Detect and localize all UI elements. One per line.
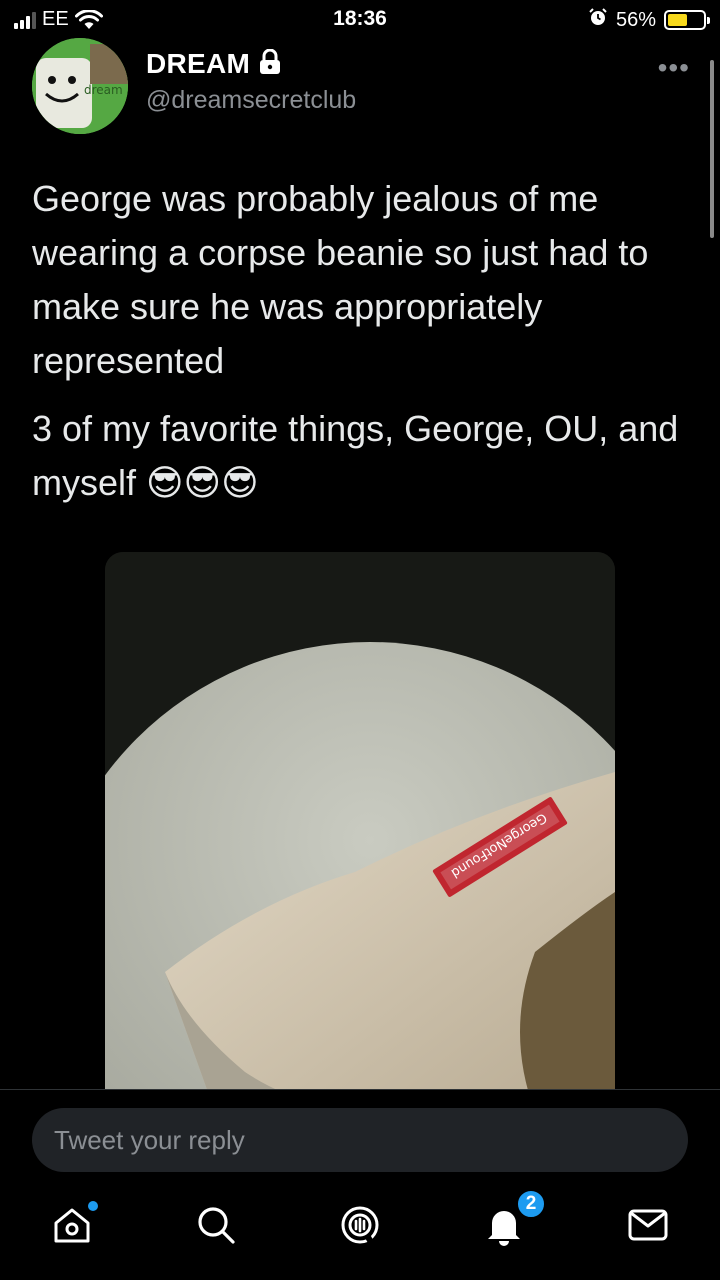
battery-icon — [664, 10, 710, 30]
lock-icon — [258, 48, 282, 80]
home-unread-dot — [88, 1201, 98, 1211]
avatar-text: dream — [84, 83, 123, 97]
search-icon — [194, 1203, 238, 1252]
battery-percent: 56% — [615, 8, 656, 31]
reply-input[interactable] — [32, 1108, 688, 1172]
messages-icon — [626, 1203, 670, 1252]
nav-notifications[interactable]: 2 — [480, 1189, 546, 1251]
status-right: 56% — [588, 7, 710, 33]
nav-spaces[interactable] — [336, 1203, 384, 1251]
avatar[interactable]: dream — [32, 38, 128, 134]
tweet-media-image[interactable]: GeorgeNotFound — [105, 552, 615, 1112]
author-name[interactable]: DREAM — [146, 48, 250, 80]
notifications-badge: 2 — [516, 1189, 546, 1219]
tweet-text: George was probably jealous of me wearin… — [32, 172, 692, 524]
tweet-author[interactable]: DREAM @dreamsecretclub — [146, 48, 356, 115]
spaces-icon — [338, 1203, 382, 1252]
nav-messages[interactable] — [624, 1203, 672, 1251]
status-bar: EE 18:36 56% — [0, 0, 720, 40]
home-icon — [50, 1203, 94, 1252]
reply-bar — [0, 1089, 720, 1189]
tweet-paragraph: 3 of my favorite things, George, OU, and… — [32, 408, 679, 503]
more-options-icon[interactable]: ••• — [658, 52, 690, 84]
nav-search[interactable] — [192, 1203, 240, 1251]
nav-home[interactable] — [48, 1201, 98, 1252]
bottom-navigation: 2 — [0, 1189, 720, 1280]
scrollbar[interactable] — [710, 60, 714, 238]
author-handle[interactable]: @dreamsecretclub — [146, 86, 356, 115]
alarm-icon — [588, 7, 608, 33]
tweet-paragraph: George was probably jealous of me wearin… — [32, 178, 649, 381]
